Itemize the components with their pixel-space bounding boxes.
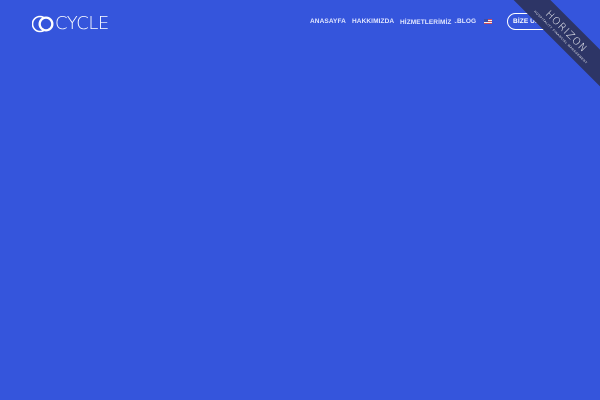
nav-item-blog[interactable]: BLOG xyxy=(457,16,476,28)
nav-item-services-label: HİZMETLERİMİZ xyxy=(400,19,452,26)
page: CYCLE ANASAYFA HAKKIMIZDA HİZMETLERİMİZ ⌄… xyxy=(0,0,600,400)
horizon-ribbon-band[interactable]: HORIZON HOSPITALITY FINANCIAL MANAGEMENT xyxy=(502,0,600,96)
nav-item-home[interactable]: ANASAYFA xyxy=(310,16,346,28)
nav-item-about[interactable]: HAKKIMIZDA xyxy=(352,16,394,28)
ribbon-title: HORIZON xyxy=(543,8,590,55)
nav-item-services[interactable]: HİZMETLERİMİZ ⌄ xyxy=(400,16,458,29)
horizon-ribbon[interactable]: HORIZON HOSPITALITY FINANCIAL MANAGEMENT xyxy=(490,0,600,110)
